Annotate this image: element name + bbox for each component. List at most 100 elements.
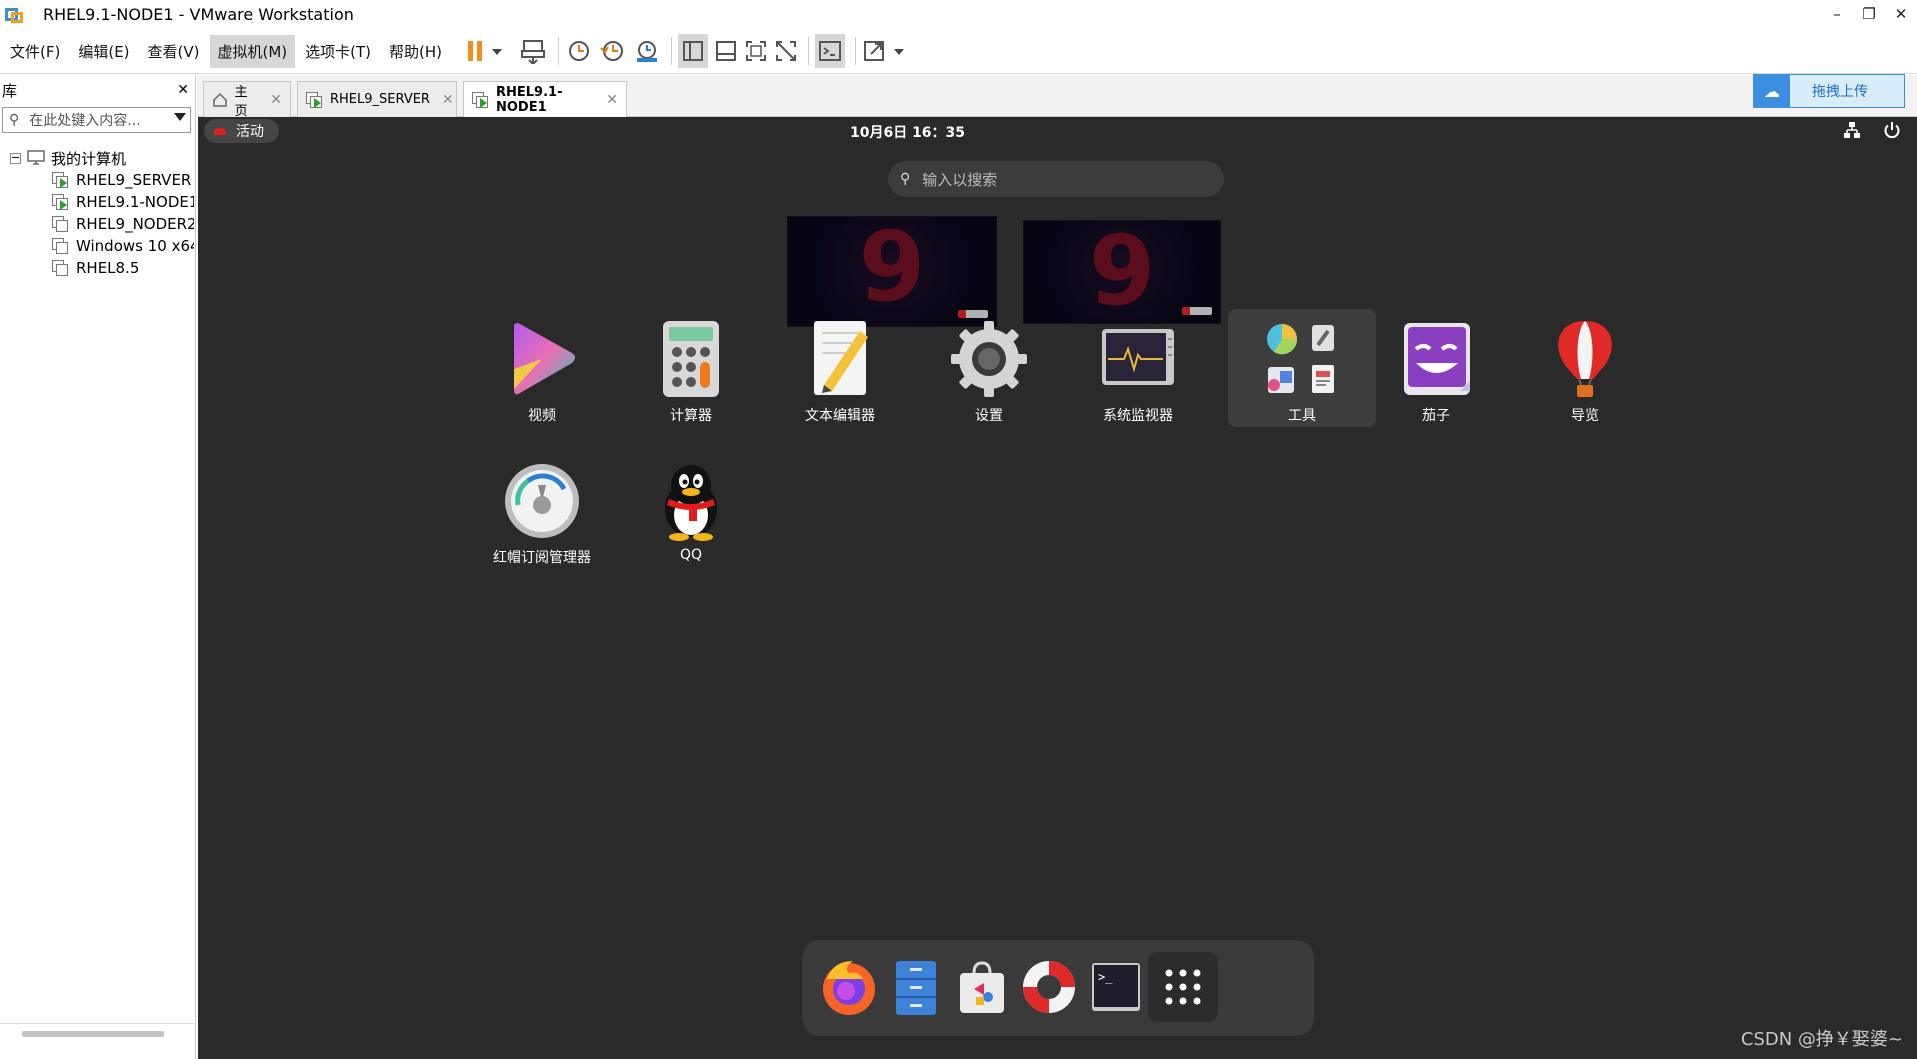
vm-icon: [52, 216, 68, 232]
firefox-icon: [823, 961, 875, 1015]
app-label: 文本编辑器: [805, 408, 875, 424]
tree-item-windows-10[interactable]: Windows 10 x64: [0, 235, 194, 257]
app-label: 导览: [1571, 408, 1599, 424]
app-settings[interactable]: 设置: [914, 309, 1064, 429]
thumbnail-bar-button[interactable]: [714, 34, 738, 68]
dock-software[interactable]: [947, 952, 1017, 1022]
qq-penguin-icon: [665, 465, 717, 541]
tab-label: RHEL9_SERVER: [330, 92, 430, 107]
tab-home[interactable]: 主页 ✕: [203, 81, 291, 119]
unity-mode-button[interactable]: [774, 34, 798, 68]
dock-files[interactable]: [881, 952, 951, 1022]
app-system-monitor[interactable]: 系统监视器: [1063, 309, 1213, 429]
tree-item-rhel9-noder2[interactable]: RHEL9_NODER2: [0, 213, 194, 235]
tree-item-label: RHEL9_SERVER: [76, 171, 192, 189]
dock-show-apps[interactable]: [1148, 952, 1218, 1022]
app-tour[interactable]: 导览: [1510, 309, 1660, 429]
app-text-editor[interactable]: 文本编辑器: [765, 309, 915, 429]
tree-item-label: RHEL9.1-NODE1: [76, 193, 194, 211]
app-video[interactable]: 视频: [467, 309, 617, 429]
tree-item-label: RHEL9_NODER2: [76, 215, 194, 233]
tree-item-rhel9-1-node1[interactable]: RHEL9.1-NODE1: [0, 191, 194, 213]
app-subscription-manager[interactable]: 红帽订阅管理器: [467, 451, 617, 571]
tab-close-button[interactable]: ✕: [442, 92, 454, 108]
tree-item-label: Windows 10 x64: [76, 237, 194, 255]
full-screen-icon: [746, 41, 767, 61]
vm-running-icon: [52, 194, 68, 210]
app-label: 视频: [528, 408, 556, 424]
library-scroll-thumb[interactable]: [22, 1031, 164, 1037]
tree-item-rhel8-5[interactable]: RHEL8.5: [0, 257, 194, 279]
workspace-wallpaper-digit: 9: [858, 216, 926, 323]
snapshot-manager-icon: [637, 41, 658, 62]
library-view-icon: [683, 41, 704, 61]
app-folder-utilities[interactable]: 工具: [1228, 309, 1376, 427]
send-ctrl-alt-del-button[interactable]: [520, 34, 548, 68]
terminal-icon: >_: [1092, 963, 1140, 1011]
app-qq[interactable]: QQ: [616, 451, 766, 571]
tab-label: RHEL9.1-NODE1: [496, 85, 563, 115]
menu-help[interactable]: 帮助(H): [381, 35, 450, 68]
restore-button[interactable]: ❐: [1853, 0, 1885, 29]
drag-upload-button[interactable]: ☁ 拖拽上传: [1753, 74, 1905, 108]
menu-vm[interactable]: 虚拟机(M): [209, 34, 296, 68]
revert-snapshot-button[interactable]: [599, 34, 627, 68]
tree-item-label: RHEL8.5: [76, 259, 140, 277]
vm-icon: [52, 238, 68, 254]
app-calculator[interactable]: 计算器: [616, 309, 766, 429]
search-icon: ⚲: [900, 171, 911, 187]
full-screen-button[interactable]: [744, 34, 768, 68]
show-library-button[interactable]: [678, 34, 709, 68]
app-label: 红帽订阅管理器: [493, 550, 591, 566]
dock-help[interactable]: [1014, 952, 1084, 1022]
menu-tabs[interactable]: 选项卡(T): [297, 35, 379, 68]
dash-dock: >_: [802, 940, 1314, 1036]
cheese-icon: [1404, 323, 1470, 395]
tree-root-my-computer[interactable]: − 我的计算机: [0, 147, 195, 169]
close-window-button[interactable]: ✕: [1885, 0, 1917, 29]
network-wired-icon[interactable]: [1843, 121, 1861, 139]
snapshot-button[interactable]: [565, 34, 593, 68]
vm-running-icon: [306, 91, 322, 108]
csdn-watermark: CSDN @挣￥娶婆~: [1740, 1029, 1903, 1050]
overview-search-input[interactable]: ⚲ 输入以搜索: [888, 161, 1224, 197]
revert-snapshot-icon: [600, 41, 624, 61]
tab-bar: 主页 ✕ RHEL9_SERVER ✕ RHEL9.1-NODE1 ✕: [197, 75, 1917, 119]
minimize-button[interactable]: –: [1821, 0, 1853, 29]
tree-item-rhel9-server[interactable]: RHEL9_SERVER: [0, 169, 194, 191]
app-label: QQ: [679, 547, 703, 563]
tab-close-button[interactable]: ✕: [606, 92, 618, 108]
library-title: 库: [2, 81, 18, 100]
menu-edit[interactable]: 编辑(E): [70, 35, 137, 68]
stretch-guest-button[interactable]: [862, 34, 906, 68]
computer-icon: [27, 150, 45, 165]
console-view-button[interactable]: [815, 34, 846, 68]
dock-terminal[interactable]: >_: [1081, 952, 1151, 1022]
dock-firefox[interactable]: [814, 952, 884, 1022]
collapse-icon[interactable]: −: [10, 152, 21, 164]
snapshot-manager-button[interactable]: [633, 34, 661, 68]
menu-view[interactable]: 查看(V): [140, 35, 208, 68]
workspace-wallpaper-digit: 9: [1088, 220, 1156, 324]
tab-rhel9-server[interactable]: RHEL9_SERVER ✕: [297, 81, 457, 117]
menu-file[interactable]: 文件(F): [2, 35, 68, 68]
app-label: 计算器: [670, 408, 712, 424]
system-monitor-icon: [1102, 329, 1174, 385]
library-search-field[interactable]: ⚲ 在此处键入内容...: [2, 107, 191, 133]
tab-close-button[interactable]: ✕: [270, 92, 282, 108]
chevron-down-icon[interactable]: [174, 113, 186, 121]
utilities-folder-icon: [1267, 324, 1334, 393]
tour-balloon-icon: [1558, 321, 1612, 397]
pause-button[interactable]: [466, 34, 506, 68]
library-close-button[interactable]: ✕: [177, 82, 189, 98]
tree-root-label: 我的计算机: [51, 149, 127, 168]
tab-rhel9-1-node1[interactable]: RHEL9.1-NODE1 ✕: [463, 81, 627, 118]
library-panel: 库 ✕ ⚲ 在此处键入内容... − 我的计算机 RHEL9_SERVER RH…: [0, 75, 196, 1059]
vm-running-icon: [52, 172, 68, 188]
app-label: 茄子: [1422, 408, 1450, 424]
vm-console[interactable]: 活动 10月6日 16：35 ⚲ 输入以搜索 9 9 视频 计算器 文本编辑器 …: [198, 117, 1917, 1059]
power-icon[interactable]: [1883, 121, 1901, 139]
clock[interactable]: 10月6日 16：35: [198, 122, 1617, 142]
tab-label: 主页: [234, 84, 248, 119]
app-cheese[interactable]: 茄子: [1361, 309, 1511, 429]
